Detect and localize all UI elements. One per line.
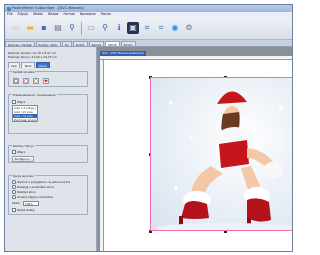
- frame-enable-checkbox[interactable]: [12, 150, 16, 154]
- show-grid-label: Pokaż siatkę: [17, 207, 35, 212]
- menu-item-tools[interactable]: Narzędzia: [80, 12, 96, 16]
- save-button[interactable]: ▪: [38, 22, 50, 34]
- shape-group-title: Kształt obrazka: [12, 69, 36, 74]
- frame-group-title: Ramka / Obrys: [12, 143, 35, 148]
- print-button[interactable]: ▤: [52, 22, 64, 34]
- document-workspace: DVC - [DVC Maxxen-Subscribe]: [97, 47, 292, 251]
- print-options-title: Opcje wydruku: [12, 173, 35, 178]
- scale-input[interactable]: 100%: [23, 201, 39, 206]
- photo-frame[interactable]: [150, 77, 292, 231]
- subtab-crop[interactable]: Kadr: [8, 62, 21, 68]
- open-folder-icon: ▬: [26, 23, 34, 32]
- globe-button[interactable]: ◉: [169, 22, 181, 34]
- shape-ellipse-button[interactable]: [33, 78, 39, 84]
- fit-page-button[interactable]: ⌗: [155, 22, 167, 34]
- print-option-radio[interactable]: [12, 185, 16, 189]
- print-page: [104, 60, 292, 251]
- print-option-label: Rozwijaj z podziałem stron: [17, 184, 55, 189]
- window-title: PosterMaker Subscriber - [DVC Maxxen]: [12, 6, 84, 10]
- resize-enable-checkbox[interactable]: [12, 100, 16, 104]
- open-folder-button[interactable]: ▬: [24, 22, 36, 34]
- zoom-icon: ⚲: [69, 23, 75, 32]
- shape-rounded-button[interactable]: [23, 78, 29, 84]
- print-option-radio[interactable]: [12, 180, 16, 184]
- list-item[interactable]: Zachowaj proporcje: [13, 118, 37, 122]
- winter-photo: [151, 78, 292, 230]
- info-button[interactable]: ℹ: [113, 22, 125, 34]
- crop-icon: ⌗: [144, 23, 150, 32]
- resize-mode-list[interactable]: Auto 1:1 (Oryg.) Auto / 2x pow. Auto / 3…: [12, 105, 38, 122]
- info-icon: ℹ: [117, 23, 121, 32]
- menu-item-edit[interactable]: Edycja: [18, 12, 29, 16]
- resize-group: Przeskalowanie / dopasowanie Włącz Auto …: [8, 92, 88, 134]
- app-window: PosterMaker Subscriber - [DVC Maxxen] Pl…: [4, 4, 293, 252]
- heart-shape-icon: [44, 79, 48, 83]
- menu-item-insert[interactable]: Wstaw: [48, 12, 59, 16]
- shape-rectangle-button[interactable]: [13, 78, 19, 84]
- resize-group-title: Przeskalowanie / dopasowanie: [12, 92, 57, 97]
- crop-button[interactable]: ⌗: [141, 22, 153, 34]
- main-toolbar: ▭ ▬ ▪ ▤ ⚲ ▭ ⚲ ℹ ▣ ⌗ ⌗ ◉ ⚙: [5, 17, 292, 40]
- menu-item-file[interactable]: Plik: [7, 12, 13, 16]
- shape-heart-button[interactable]: [43, 78, 49, 84]
- print-option-label: Wydruk z podglądem na jednej kartce: [17, 179, 71, 184]
- print-options-group: Opcje wydruku Wydruk z podglądem na jedn…: [8, 173, 88, 215]
- menu-item-help[interactable]: Pomoc: [101, 12, 112, 16]
- title-bar: PosterMaker Subscriber - [DVC Maxxen]: [5, 5, 292, 12]
- save-icon: ▪: [41, 23, 47, 32]
- scale-label: Skala: [12, 201, 20, 205]
- print-icon: ▤: [54, 23, 62, 32]
- monitor-icon: ▣: [129, 23, 137, 32]
- globe-icon: ◉: [171, 23, 179, 32]
- settings-button[interactable]: ⚙: [183, 22, 195, 34]
- subtab-options[interactable]: Opcje: [35, 62, 50, 68]
- print-option-radio[interactable]: [12, 195, 16, 199]
- show-grid-checkbox[interactable]: [12, 208, 16, 212]
- fit-page-icon: ⌗: [158, 23, 164, 32]
- main-tabbar: Rozmiar / Kształt Rodzaj / Wzór Tło Profile…: [5, 40, 292, 47]
- menu-item-view[interactable]: Widok: [33, 12, 43, 16]
- rounded-shape-icon: [24, 79, 28, 83]
- monitor-button[interactable]: ▣: [127, 22, 139, 34]
- page-size-info: Rozmiar strony: 21,00 x 29,70 cm: [8, 55, 57, 59]
- zoom-in-button[interactable]: ⚲: [99, 22, 111, 34]
- print-option-label: Rozkład stron: [17, 189, 36, 194]
- shape-group: Kształt obrazka: [8, 69, 88, 87]
- panel-subtabs: Kadr Tekst Opcje: [8, 62, 51, 68]
- toolbar-separator: [81, 22, 82, 35]
- subtab-text[interactable]: Tekst: [21, 62, 35, 68]
- app-icon: [6, 6, 11, 11]
- print-option-radio[interactable]: [12, 190, 16, 194]
- ellipse-shape-icon: [34, 79, 38, 83]
- zoom-button[interactable]: ⚲: [66, 22, 78, 34]
- new-document-icon: ▭: [12, 23, 20, 32]
- scanner-button[interactable]: ▭: [85, 22, 97, 34]
- settings-icon: ⚙: [185, 23, 193, 32]
- frame-configure-button[interactable]: Konfiguruj...: [12, 156, 34, 162]
- resize-enable-label: Włącz: [17, 99, 26, 104]
- scanner-icon: ▭: [87, 23, 95, 32]
- menu-item-format[interactable]: Format: [64, 12, 75, 16]
- settings-panel: Rozmiar obrazu: 12,70 x 8,47 cm Rozmiar …: [5, 47, 97, 251]
- zoom-in-icon: ⚲: [102, 23, 108, 32]
- new-document-button[interactable]: ▭: [10, 22, 22, 34]
- frame-enable-label: Włącz: [17, 149, 26, 154]
- print-option-label: Umieść zdjęcie centralnie: [17, 194, 53, 199]
- rectangle-shape-icon: [14, 79, 18, 83]
- frame-group: Ramka / Obrys Włącz Konfiguruj...: [8, 143, 88, 163]
